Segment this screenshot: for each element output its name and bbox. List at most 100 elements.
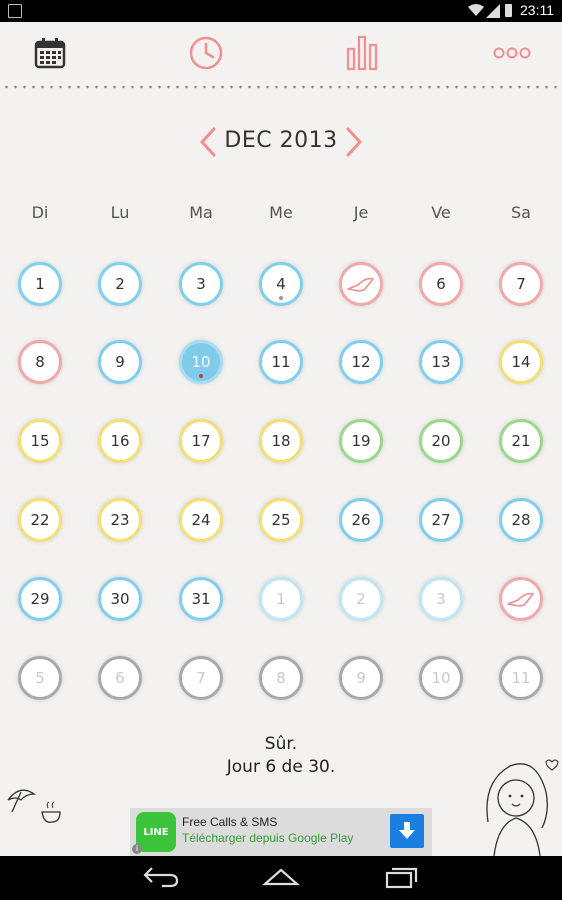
download-button[interactable] [390,814,424,848]
battery-icon [505,4,512,17]
day-number: 14 [511,353,531,371]
day-number: 17 [191,432,211,450]
weekday-label: Lu [110,203,130,222]
calendar-day[interactable]: 4 [259,262,303,306]
weekday-label: Ve [431,203,451,222]
back-button[interactable] [142,864,180,890]
calendar-day[interactable]: 1 [259,577,303,621]
day-number: 19 [351,432,371,450]
calendar-day[interactable]: 26 [339,498,383,542]
weekday-label: Me [269,203,293,222]
ad-banner[interactable]: LINE Free Calls & SMS Télécharger depuis… [130,808,432,856]
day-number: 5 [35,669,45,687]
calendar-day[interactable]: 30 [98,577,142,621]
calendar-day[interactable]: 27 [419,498,463,542]
calendar-day[interactable]: 3 [419,577,463,621]
day-number: 12 [351,353,371,371]
clock-time: 23:11 [520,2,554,18]
calendar-day[interactable]: 7 [499,262,543,306]
calendar-day[interactable]: 2 [98,262,142,306]
weekday-label: Je [353,203,369,222]
calendar-day[interactable]: 13 [419,340,463,384]
calendar-day[interactable]: 10 [179,340,223,384]
download-arrow-icon [399,822,415,839]
calendar-day[interactable]: 7 [179,656,223,700]
calendar-day[interactable]: 10 [419,656,463,700]
day-number: 3 [196,275,206,293]
calendar-day[interactable]: 9 [339,656,383,700]
calendar-day[interactable]: 25 [259,498,303,542]
day-number: 10 [191,353,211,371]
calendar-day[interactable]: 16 [98,419,142,463]
stats-tab[interactable] [339,30,385,76]
calendar-day[interactable]: 24 [179,498,223,542]
day-number: 18 [271,432,291,450]
ad-subtitle: Télécharger depuis Google Play [182,831,354,845]
more-icon [493,47,531,59]
calendar-day[interactable]: 6 [98,656,142,700]
day-number: 7 [196,669,206,687]
ad-info-icon[interactable]: i [132,844,142,854]
weekday-label: Ma [189,203,213,222]
clock-icon [189,36,223,70]
day-number: 21 [511,432,531,450]
calendar-day[interactable]: 9 [98,340,142,384]
month-label: DEC 2013 [224,128,338,153]
day-number: 31 [191,590,211,608]
calendar-day[interactable]: 19 [339,419,383,463]
weekday-label: Sa [511,203,531,222]
top-navigation [0,22,562,84]
dotted-divider [0,84,562,90]
calendar-day[interactable]: 23 [98,498,142,542]
home-button[interactable] [262,864,300,890]
day-number: 4 [276,275,286,293]
calendar-day[interactable]: 14 [499,340,543,384]
calendar-day[interactable]: 8 [259,656,303,700]
calendar-day-period[interactable] [339,262,383,306]
day-number: 28 [511,511,531,529]
calendar-day[interactable]: 6 [419,262,463,306]
month-header: DEC 2013 [0,122,562,162]
day-number: 6 [436,275,446,293]
calendar-day[interactable]: 8 [18,340,62,384]
calendar-day-period[interactable] [499,577,543,621]
calendar-day[interactable]: 31 [179,577,223,621]
calendar-icon [34,38,66,69]
day-number: 10 [431,669,451,687]
calendar-day[interactable]: 11 [499,656,543,700]
calendar-day[interactable]: 15 [18,419,62,463]
calendar-day[interactable]: 12 [339,340,383,384]
more-tab[interactable] [489,30,535,76]
calendar-day[interactable]: 2 [339,577,383,621]
calendar-day[interactable]: 5 [18,656,62,700]
day-number: 30 [110,590,130,608]
day-number: 15 [30,432,50,450]
calendar-day[interactable]: 18 [259,419,303,463]
day-number: 11 [511,669,531,687]
calendar-day[interactable]: 11 [259,340,303,384]
ad-title: Free Calls & SMS [182,815,278,829]
day-number: 8 [276,669,286,687]
clock-tab[interactable] [183,30,229,76]
next-month-button[interactable] [342,126,366,158]
shoe-icon [507,592,534,607]
calendar-tab[interactable] [27,30,73,76]
calendar-day[interactable]: 1 [18,262,62,306]
day-number: 3 [436,590,446,608]
day-number: 9 [356,669,366,687]
calendar-day[interactable]: 17 [179,419,223,463]
calendar-day[interactable]: 28 [499,498,543,542]
day-number: 16 [110,432,130,450]
calendar-day[interactable]: 20 [419,419,463,463]
calendar-day[interactable]: 22 [18,498,62,542]
day-number: 1 [35,275,45,293]
day-number: 2 [115,275,125,293]
calendar-day[interactable]: 21 [499,419,543,463]
recent-apps-button[interactable] [384,864,420,890]
day-number: 23 [110,511,130,529]
calendar-day[interactable]: 29 [18,577,62,621]
status-bar: 23:11 [0,0,562,22]
calendar-day[interactable]: 3 [179,262,223,306]
image-notification-icon [8,4,22,18]
day-number: 20 [431,432,451,450]
